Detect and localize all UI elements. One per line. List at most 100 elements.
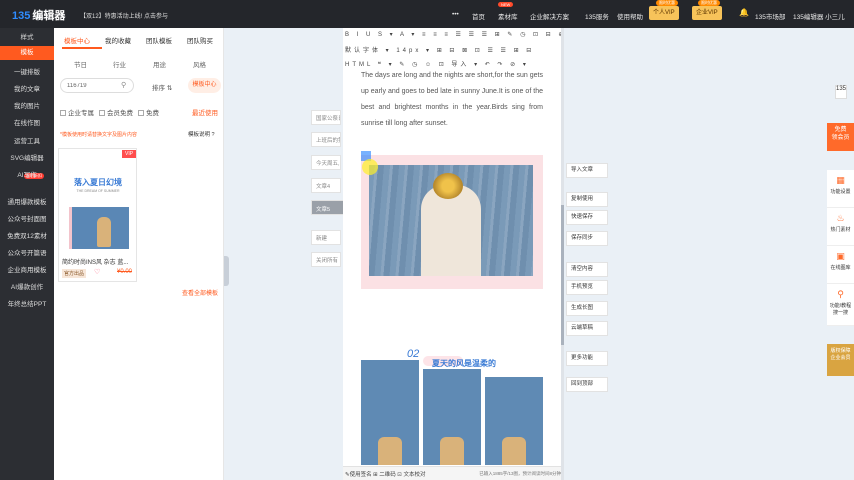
photo-tile[interactable] xyxy=(361,360,419,465)
sidebar-item-cover[interactable]: 公众号封面图 xyxy=(0,213,54,223)
font-toolbar[interactable]: 默认字体 ▾ 14px ▾ ⊞ ⊟ ⊠ ⊡ ☰ ☰ ⊞ ⊟ xyxy=(345,45,561,54)
sidebar-item-tools[interactable]: 运营工具 xyxy=(0,135,54,145)
photo[interactable] xyxy=(369,165,533,276)
image-frame[interactable] xyxy=(361,155,543,289)
sidebar-item-free-material[interactable]: 免费双12素材 xyxy=(0,230,54,240)
bell-icon[interactable]: 🔔 xyxy=(739,8,749,17)
filter-industry[interactable]: 行业 xyxy=(113,59,126,69)
enterprise-vip-button[interactable]: 企业VIP xyxy=(692,6,722,20)
settings-button[interactable]: ▦ 功能设置 xyxy=(827,170,854,208)
quick-save-button[interactable]: 快速保存 xyxy=(566,210,608,225)
cloud-draft-button[interactable]: 云端草稿 xyxy=(566,321,608,336)
article-item[interactable]: 上班后的第一 xyxy=(311,132,341,147)
sidebar-item-draw[interactable]: 在线作图 xyxy=(0,117,54,127)
sort-icon: ⇅ xyxy=(166,85,173,92)
tab-team-template[interactable]: 团队模板 xyxy=(146,35,172,45)
check-free[interactable]: 免费 xyxy=(138,107,159,117)
filter-purpose[interactable]: 用途 xyxy=(153,59,166,69)
formatting-toolbar[interactable]: B I U S ▾ A ▾ ≡ ≡ ≡ ☰ ☰ ☰ ⊞ ✎ ◷ ⊡ ⊟ ⊕ xyxy=(345,31,561,38)
search2-icon: ⚲ xyxy=(837,289,844,299)
vip-badge: 限时优惠 xyxy=(656,0,678,6)
tab-team-purchase[interactable]: 团队购买 xyxy=(187,35,213,45)
article-item[interactable]: 文章4 xyxy=(311,178,341,193)
enterprise-member-button[interactable]: 版权保障 企业会员 xyxy=(827,344,854,376)
close-all-button[interactable]: 关闭所有 xyxy=(311,252,341,267)
clear-button[interactable]: 清空内容 xyxy=(566,262,608,277)
filter-festival[interactable]: 节日 xyxy=(74,59,87,69)
checkbox[interactable] xyxy=(99,110,105,117)
nav-help[interactable]: 使用帮助 xyxy=(617,11,643,21)
free-membership-button[interactable]: 免费 领会员 xyxy=(827,123,854,151)
card-subtitle: THE DREAM OF SUMMER xyxy=(76,189,120,193)
sort-button[interactable]: 排序 ⇅ xyxy=(152,82,172,92)
body-paragraph[interactable]: The days are long and the nights are sho… xyxy=(361,68,543,132)
article-item[interactable]: 今天周五, xyxy=(311,155,341,170)
article-item[interactable]: 国家公祭日 xyxy=(311,110,341,125)
sidebar-item-template[interactable]: 模板 xyxy=(0,46,54,60)
nav-service[interactable]: 135服务 xyxy=(585,11,609,21)
tab-favorites[interactable]: 我的收藏 xyxy=(105,35,131,45)
sidebar-item-enterprise[interactable]: 企业商用模板 xyxy=(0,264,54,274)
collapse-handle[interactable] xyxy=(224,256,229,286)
template-card[interactable]: VIP 落入夏日幻境 THE DREAM OF SUMMER 简约时尚INS风 … xyxy=(58,148,137,282)
photo-figure xyxy=(378,437,402,465)
back-to-top-button[interactable]: 回到顶部 xyxy=(566,377,608,392)
more-functions-button[interactable]: 更多功能 xyxy=(566,351,608,366)
photo-figure xyxy=(502,437,526,465)
sidebar-item-svg[interactable]: SVG编辑器 xyxy=(0,152,54,162)
scrollbar-thumb[interactable] xyxy=(561,205,564,345)
image-library-button[interactable]: ▣ 在线图库 xyxy=(827,246,854,284)
photo-tile[interactable] xyxy=(485,377,543,465)
market-link[interactable]: 135市场部 xyxy=(755,11,785,21)
insert-toolbar[interactable]: HTML ❝ ▾ ✎ ◷ ☺ ⊡ 导入 ▾ ↶ ↷ ⊘ ▾ xyxy=(345,59,561,68)
recent-used-link[interactable]: 最近使用 xyxy=(192,107,218,117)
more-icon[interactable]: ••• xyxy=(452,11,459,18)
status-tools[interactable]: ✎使用签名 ⊞ 二维码 ⊡ 文本校对 xyxy=(345,470,425,478)
check-enterprise[interactable]: 企业专属 xyxy=(60,107,94,117)
sidebar-item-ai-create[interactable]: AI爆款创作 xyxy=(0,281,54,291)
tab-template-center[interactable]: 模板中心 xyxy=(64,35,90,45)
sidebar-item-one-click[interactable]: 一键排版 xyxy=(0,66,54,76)
template-help[interactable]: 模板说明 ? xyxy=(188,130,215,138)
view-all-templates-link[interactable]: 查看全部模板 xyxy=(182,288,218,297)
sidebar-item-ppt[interactable]: 年终总结PPT xyxy=(0,298,54,308)
hot-material-button[interactable]: ♨ 热门素材 xyxy=(827,208,854,246)
mobile-preview-button[interactable]: 手机预览 xyxy=(566,280,608,295)
nav-home[interactable]: 首页 xyxy=(472,11,485,21)
sidebar-item-images[interactable]: 我的图片 xyxy=(0,100,54,110)
grid-icon: ▦ xyxy=(836,175,845,185)
heart-icon[interactable]: ♡ xyxy=(94,268,100,276)
sidebar-item-hot-template[interactable]: 通用爆款模板 xyxy=(0,196,54,206)
nav-enterprise-solution[interactable]: 企业解决方案 xyxy=(530,11,569,21)
fire-icon: ♨ xyxy=(836,213,845,223)
filter-style[interactable]: 风格 xyxy=(193,59,206,69)
image-icon: ▣ xyxy=(836,251,845,261)
sidebar-item-articles[interactable]: 我的文章 xyxy=(0,83,54,93)
import-article-button[interactable]: 导入文章 xyxy=(566,163,608,178)
card-title: 落入夏日幻境 xyxy=(74,178,122,187)
sidebar-item-style[interactable]: 样式 xyxy=(0,31,54,45)
search-help-button[interactable]: ⚲ 功能/教程 搜一搜 xyxy=(827,284,854,326)
sidebar-item-ai-write[interactable]: AI写作 xyxy=(0,169,54,179)
search-icon[interactable]: ⚲ xyxy=(121,81,126,89)
user-menu[interactable]: 135编辑器 小三儿 xyxy=(793,11,845,21)
editor: B I U S ▾ A ▾ ≡ ≡ ≡ ☰ ☰ ☰ ⊞ ✎ ◷ ⊡ ⊟ ⊕ 默认… xyxy=(343,28,563,480)
nav-material[interactable]: 素材库 xyxy=(498,11,518,21)
checkbox[interactable] xyxy=(60,110,66,117)
long-image-button[interactable]: 生成长图 xyxy=(566,301,608,316)
left-sidebar: 样式 模板 一键排版 我的文章 我的图片 在线作图 运营工具 限时折扣 SVG编… xyxy=(0,28,54,480)
photo-tile[interactable] xyxy=(423,369,481,465)
sidebar-item-opening[interactable]: 公众号开篇语 xyxy=(0,247,54,257)
template-center-button[interactable]: 模板中心 xyxy=(188,78,221,93)
save-sync-button[interactable]: 保存同步 xyxy=(566,231,608,246)
check-member-free[interactable]: 会员免费 xyxy=(99,107,133,117)
copy-button[interactable]: 复制使用 xyxy=(566,192,608,207)
promo-notice[interactable]: 【双12】特惠活动上线! 点击参与 xyxy=(80,11,168,20)
vip-badge: 限时优惠 xyxy=(698,0,720,6)
logo[interactable]: 135 编辑器 xyxy=(12,7,65,23)
checkbox[interactable] xyxy=(138,110,144,117)
section-title[interactable]: 夏天的风是温柔的 xyxy=(432,358,496,369)
brand-icon[interactable]: 135 xyxy=(835,85,847,99)
personal-vip-button[interactable]: 个人VIP xyxy=(649,6,679,20)
new-article-button[interactable]: 新建 xyxy=(311,230,341,245)
